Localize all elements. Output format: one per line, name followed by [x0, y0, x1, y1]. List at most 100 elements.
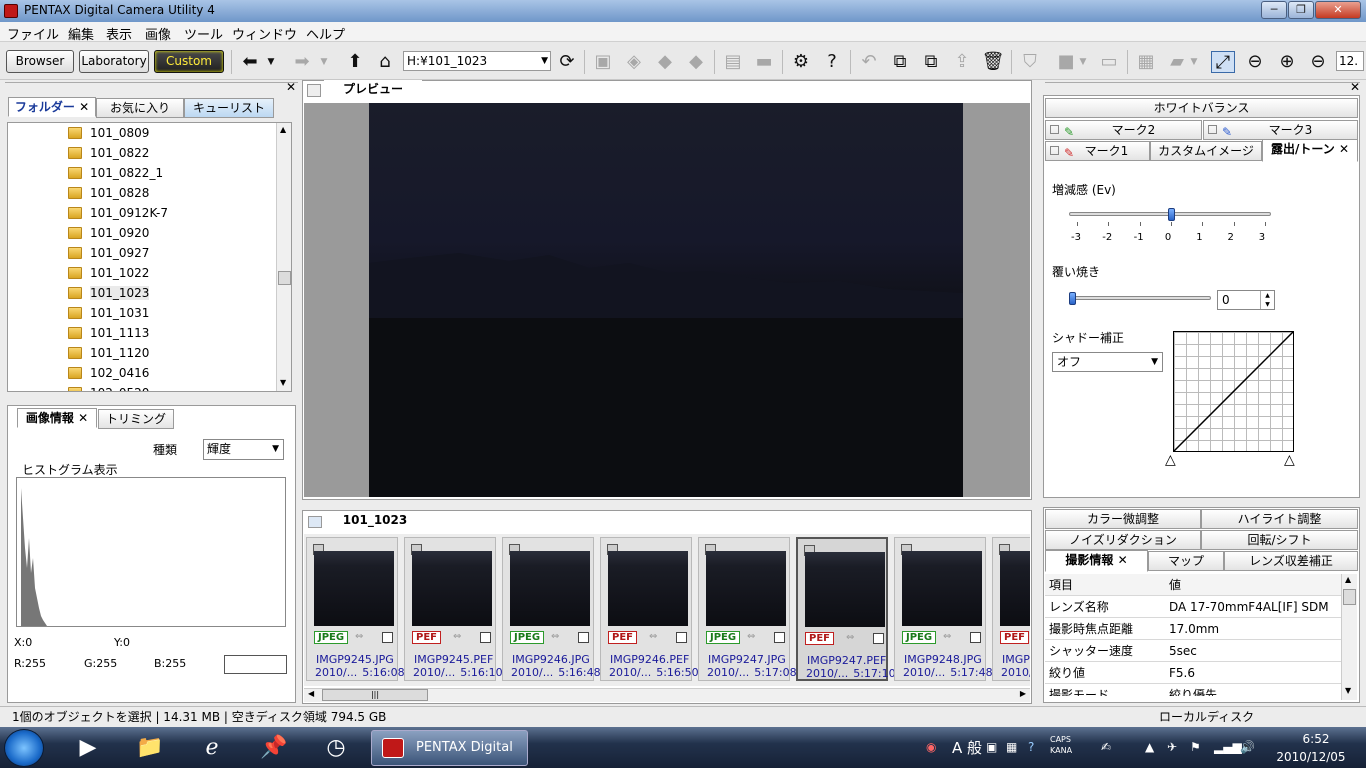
folder-tree-scrollbar[interactable]: ▲ ▼	[276, 123, 291, 391]
ime-bar-icon[interactable]: ◉	[926, 740, 936, 754]
thumbnail-image[interactable]	[706, 551, 786, 626]
left-panel-close-icon[interactable]: ✕	[286, 80, 296, 94]
forward-arrow-icon[interactable]: ➡	[290, 51, 314, 73]
menu-window[interactable]: ウィンドウ	[232, 24, 297, 43]
app-camera-icon[interactable]	[4, 4, 18, 18]
clock-time[interactable]: 6:52	[1290, 732, 1342, 746]
close-tab-icon[interactable]: ✕	[1339, 142, 1349, 156]
thumbnail-item[interactable]: JPEG ⇔ IMGP9248.JPG 2010/... 5:17:48	[894, 537, 993, 681]
path-combobox[interactable]: H:¥101_1023 ▼	[403, 51, 551, 71]
tab-preview[interactable]: プレビュー ✕	[324, 80, 422, 114]
ime-dictionary-icon[interactable]: ▣	[986, 740, 997, 754]
ev-slider-thumb[interactable]	[1167, 208, 1175, 221]
thumbnail-item[interactable]: JPEG ⇔ IMGP9245.JPG 2010/... 5:16:08	[306, 537, 405, 681]
start-button[interactable]	[4, 729, 44, 767]
menu-edit[interactable]: 編集	[68, 24, 94, 43]
folder-item[interactable]: 101_0809	[68, 123, 149, 143]
thumbnail-item[interactable]: JPEG ⇔ IMGP9247.JPG 2010/... 5:17:08	[698, 537, 797, 681]
scroll-down-icon[interactable]: ▼	[1345, 686, 1351, 695]
checkbox-icon[interactable]	[1050, 125, 1059, 134]
menu-view[interactable]: 表示	[106, 24, 132, 43]
usb-icon[interactable]: ⚑	[1190, 740, 1201, 754]
refresh-icon[interactable]: ⟳	[555, 51, 579, 73]
chevron-down-icon[interactable]: ▼	[272, 440, 279, 459]
folder-item[interactable]: 102_0520	[68, 383, 149, 391]
thumbnail-image[interactable]	[902, 551, 982, 626]
folder-item[interactable]: 101_0828	[68, 183, 149, 203]
tab-shooting-info[interactable]: 撮影情報 ✕	[1045, 550, 1148, 572]
tab-color-adjust[interactable]: カラー微調整	[1045, 509, 1201, 529]
back-dropdown-icon[interactable]: ▼	[265, 51, 277, 73]
handwriting-icon[interactable]: ✍	[1101, 740, 1111, 754]
scroll-up-icon[interactable]: ▲	[280, 125, 286, 134]
tab-noise-reduction[interactable]: ノイズリダクション	[1045, 530, 1201, 550]
chevron-down-icon[interactable]: ▼	[541, 52, 548, 70]
spin-up-icon[interactable]: ▲	[1260, 291, 1274, 300]
preview-image[interactable]	[369, 103, 963, 497]
dodge-burn-slider-track[interactable]	[1069, 296, 1211, 300]
checkbox-icon[interactable]	[1208, 125, 1217, 134]
tab-mark3[interactable]: ✎ マーク3	[1203, 120, 1358, 140]
select-checkbox[interactable]	[382, 632, 393, 643]
dodge-burn-spinbox[interactable]: 0 ▲ ▼	[1217, 290, 1275, 310]
tab-trimming[interactable]: トリミング	[98, 409, 174, 429]
panel-icon[interactable]: ▭	[1097, 51, 1121, 73]
tab-highlight-adjust[interactable]: ハイライト調整	[1201, 509, 1358, 529]
property-row[interactable]: 撮影時焦点距離 17.0mm	[1045, 618, 1341, 640]
menu-file[interactable]: ファイル	[7, 24, 59, 43]
thumbnail-item[interactable]: PEF ⇔ IMGP9246.PEF 2010/... 5:16:50	[600, 537, 699, 681]
curve-white-point-handle[interactable]: △	[1284, 452, 1295, 468]
zoom-out-icon[interactable]: ⊖	[1243, 51, 1267, 73]
help-icon[interactable]: ?	[820, 51, 844, 73]
type-select[interactable]: 輝度 ▼	[203, 439, 284, 460]
checkbox-icon[interactable]	[1050, 146, 1059, 155]
folder-item[interactable]: 101_0822_1	[68, 163, 163, 183]
fit-to-window-icon[interactable]: ⤢	[1211, 51, 1235, 73]
taskbar-pentax-button[interactable]: PENTAX Digital ...	[371, 730, 528, 766]
chevron-down-icon[interactable]: ▼	[1151, 353, 1158, 371]
diamond-icon[interactable]: ◆	[653, 51, 677, 73]
filter-icon[interactable]: ⛉	[1018, 51, 1042, 73]
close-window-button[interactable]: ✕	[1315, 1, 1361, 19]
scroll-right-icon[interactable]: ▶	[1020, 689, 1026, 698]
ime-mode[interactable]: A 般	[952, 737, 982, 758]
zoom-combobox[interactable]: 12.	[1336, 51, 1364, 71]
signal-icon[interactable]: ▂▄▆	[1214, 740, 1242, 754]
speaker-icon[interactable]: 🔊	[1240, 740, 1255, 754]
tab-folder-101-1023[interactable]: 101_1023 ✕	[325, 511, 425, 545]
folder-item[interactable]: 101_0822	[68, 143, 149, 163]
tab-image-info[interactable]: 画像情報 ✕	[17, 408, 97, 428]
tab-custom-image[interactable]: カスタムイメージ	[1150, 141, 1262, 161]
thumbnail-image[interactable]	[805, 552, 885, 627]
select-checkbox[interactable]	[970, 632, 981, 643]
gear-icon[interactable]: ⚙	[789, 51, 813, 73]
thumbnail-scroll-thumb[interactable]: |||	[322, 689, 428, 701]
diamond-large-icon[interactable]: ◆	[684, 51, 708, 73]
property-row[interactable]: 撮影モード 絞り優先	[1045, 684, 1341, 696]
folder-item[interactable]: 101_0920	[68, 223, 149, 243]
folder-item[interactable]: 101_1113	[68, 323, 149, 343]
thumbnail-item[interactable]: PEF ⇔ IMGP9245.PEF 2010/... 5:16:10	[404, 537, 503, 681]
raw-icon[interactable]: ▦	[1134, 51, 1158, 73]
menu-help[interactable]: ヘルプ	[306, 24, 345, 43]
thumbnail-item[interactable]: JPEG ⇔ IMGP9246.JPG 2010/... 5:16:48	[502, 537, 601, 681]
select-checkbox[interactable]	[873, 633, 884, 644]
scroll-down-icon[interactable]: ▼	[280, 378, 286, 387]
select-checkbox[interactable]	[774, 632, 785, 643]
show-hidden-icons[interactable]: ▲	[1145, 740, 1154, 754]
tab-mark2[interactable]: ✎ マーク2	[1045, 120, 1202, 140]
pin-tray-icon[interactable]: ✈	[1167, 740, 1177, 754]
move-window-icon[interactable]: ⧉	[919, 51, 943, 73]
layers-icon[interactable]: ▤	[721, 51, 745, 73]
tab-lens-correction[interactable]: レンズ収差補正	[1224, 551, 1358, 571]
home-icon[interactable]: ⌂	[373, 51, 397, 73]
menu-tools[interactable]: ツール	[184, 24, 223, 43]
laboratory-mode-button[interactable]: Laboratory	[79, 50, 149, 73]
folder-action-icon[interactable]: ▰	[1165, 51, 1189, 73]
tab-mark1[interactable]: ✎ マーク1	[1045, 141, 1150, 161]
maximize-button[interactable]: ❐	[1288, 1, 1314, 19]
tab-exposure-tone[interactable]: 露出/トーン ✕	[1262, 139, 1358, 162]
clock-date[interactable]: 2010/12/05	[1276, 750, 1346, 764]
tab-map[interactable]: マップ	[1148, 551, 1224, 571]
up-arrow-icon[interactable]: ⬆	[343, 51, 367, 73]
